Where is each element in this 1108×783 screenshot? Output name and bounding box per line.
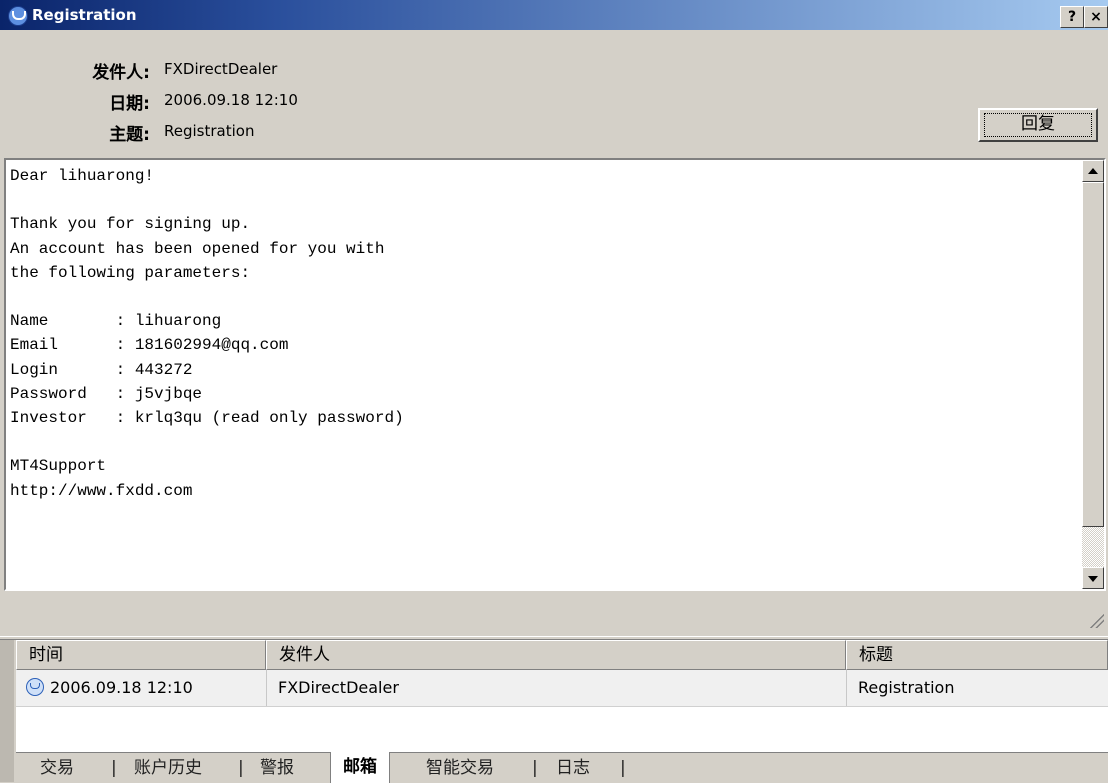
subject-value: Registration	[164, 122, 255, 140]
tab-account-history[interactable]: 账户历史	[134, 753, 202, 783]
time-cell: 2006.09.18 12:10	[26, 670, 193, 706]
terminal-tabs: 交易 | 账户历史 | 警报 邮箱 智能交易 | 日志 |	[16, 752, 1108, 783]
vertical-scrollbar[interactable]	[1082, 160, 1104, 589]
envelope-icon	[26, 678, 44, 696]
scroll-thumb[interactable]	[1082, 182, 1104, 527]
title-bar[interactable]: Registration ? ×	[0, 0, 1108, 30]
terminal-panel-edge	[0, 640, 14, 782]
tab-expert-advisors[interactable]: 智能交易	[426, 753, 494, 783]
column-header-subject[interactable]: 标题	[846, 640, 1108, 670]
message-text: Dear lihuarong! Thank you for signing up…	[10, 167, 404, 500]
message-body[interactable]: Dear lihuarong! Thank you for signing up…	[4, 158, 1106, 591]
from-value: FXDirectDealer	[164, 60, 278, 78]
focus-rect	[984, 113, 1092, 137]
tab-alerts[interactable]: 警报	[260, 753, 294, 783]
column-header-from[interactable]: 发件人	[266, 640, 846, 670]
tab-separator: |	[111, 758, 117, 778]
date-value: 2006.09.18 12:10	[164, 91, 298, 109]
cell-divider	[266, 670, 267, 706]
tab-trade[interactable]: 交易	[40, 753, 74, 783]
scroll-down-button[interactable]	[1082, 567, 1104, 589]
scroll-up-button[interactable]	[1082, 160, 1104, 182]
window-title: Registration	[32, 6, 137, 24]
table-row[interactable]: 2006.09.18 12:10 FXDirectDealer Registra…	[16, 670, 1108, 707]
mailbox-header: 时间 发件人 标题	[16, 640, 1108, 670]
down-arrow-icon	[1088, 576, 1098, 582]
tab-separator: |	[532, 758, 538, 778]
registration-dialog: Registration ? × 发件人: FXDirectDealer 日期:…	[0, 0, 1108, 636]
close-button[interactable]: ×	[1084, 6, 1108, 28]
column-header-time[interactable]: 时间	[16, 640, 266, 670]
up-arrow-icon	[1088, 168, 1098, 174]
row-time: 2006.09.18 12:10	[50, 678, 193, 697]
mail-icon	[8, 6, 28, 26]
tab-journal[interactable]: 日志	[556, 753, 590, 783]
row-subject: Registration	[858, 678, 955, 697]
resize-grip-icon[interactable]	[1088, 612, 1104, 628]
cell-divider	[846, 670, 847, 706]
reply-button[interactable]: 回复	[978, 108, 1098, 142]
from-label: 发件人:	[92, 63, 150, 83]
tab-separator: |	[620, 758, 626, 778]
help-button[interactable]: ?	[1060, 6, 1084, 28]
subject-label: 主题:	[109, 125, 150, 145]
tab-mailbox[interactable]: 邮箱	[330, 752, 390, 783]
row-from: FXDirectDealer	[278, 678, 399, 697]
tab-separator: |	[238, 758, 244, 778]
date-label: 日期:	[109, 94, 150, 114]
mailbox-list[interactable]: 时间 发件人 标题 2006.09.18 12:10 FXDirectDeale…	[16, 640, 1108, 752]
